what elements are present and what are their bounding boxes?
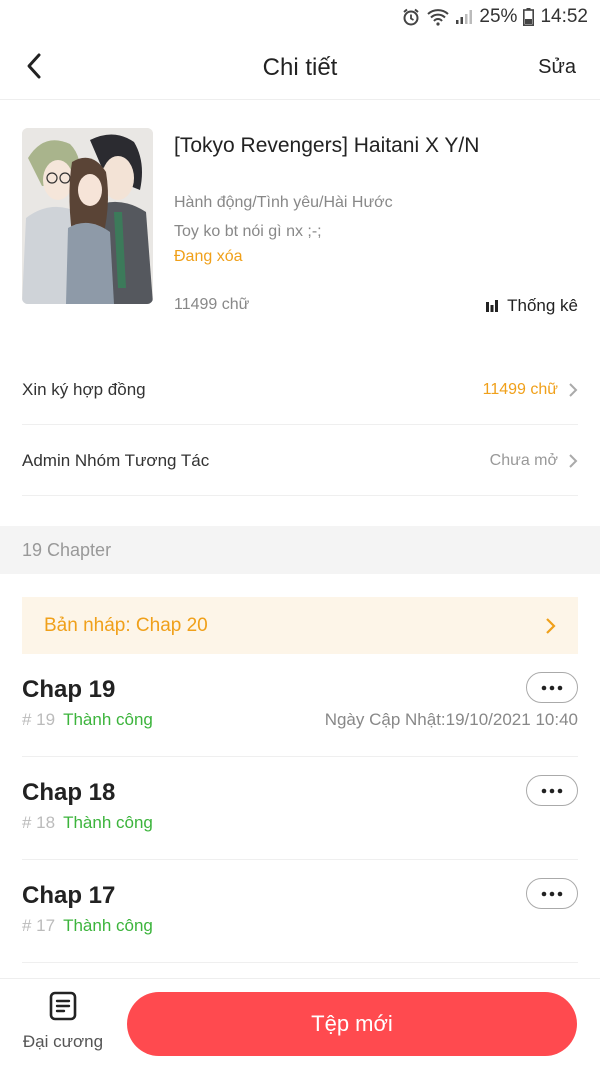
more-dots-icon xyxy=(541,788,563,793)
chevron-right-icon xyxy=(546,617,556,634)
more-options-button[interactable] xyxy=(526,878,578,909)
alarm-icon xyxy=(401,7,421,27)
admin-group-row[interactable]: Admin Nhóm Tương Tác Chưa mở xyxy=(22,426,578,496)
chapter-item[interactable]: Chap 19 # 19 Thành công Ngày Cập Nhật:19… xyxy=(22,654,578,757)
chevron-right-icon xyxy=(569,453,578,468)
statistics-label: Thống kê xyxy=(507,296,578,315)
contract-label: Xin ký hợp đồng xyxy=(22,379,146,399)
chapter-number: # 19 xyxy=(22,710,56,729)
chapter-title: Chap 18 xyxy=(22,779,116,806)
chapter-title: Chap 19 xyxy=(22,676,116,703)
battery-icon xyxy=(523,8,535,26)
status-bar: 25% 14:52 xyxy=(0,0,600,34)
more-options-button[interactable] xyxy=(526,775,578,806)
clock-time: 14:52 xyxy=(540,6,588,27)
admin-group-right: Chưa mở xyxy=(490,452,578,470)
draft-label: Bản nháp: Chap 20 xyxy=(44,614,208,636)
contract-right: 11499 chữ xyxy=(483,381,578,399)
book-status: Đang xóa xyxy=(174,248,243,265)
more-dots-icon xyxy=(541,891,563,896)
chevron-right-icon xyxy=(569,382,578,397)
outline-button[interactable]: Đại cương xyxy=(18,991,108,1061)
edit-button[interactable]: Sửa xyxy=(538,56,576,79)
chapter-item[interactable]: Chap 17 # 17 Thành công xyxy=(22,860,578,963)
admin-group-value: Chưa mở xyxy=(489,451,558,469)
top-navigation-bar: Chi tiết Sửa xyxy=(0,34,600,100)
book-genres: Hành động/Tình yêu/Hài Hước xyxy=(174,194,393,211)
contract-value: 11499 chữ xyxy=(482,380,558,398)
statistics-button[interactable]: Thống kê xyxy=(485,296,578,316)
page-title: Chi tiết xyxy=(262,54,338,81)
back-button[interactable] xyxy=(18,50,50,82)
outline-label: Đại cương xyxy=(22,1032,104,1051)
chapter-number: # 18 xyxy=(22,813,56,832)
chapter-title: Chap 17 xyxy=(22,882,116,909)
chapter-meta: # 17 Thành công xyxy=(22,916,153,936)
contract-row[interactable]: Xin ký hợp đồng 11499 chữ xyxy=(22,355,578,425)
book-cover-image[interactable] xyxy=(22,128,153,304)
document-icon xyxy=(49,991,77,1021)
chapter-status: Thành công xyxy=(63,813,153,832)
new-file-button[interactable]: Tệp mới xyxy=(127,992,577,1056)
chapter-meta: # 19 Thành công xyxy=(22,710,153,730)
more-dots-icon xyxy=(541,685,563,690)
bar-chart-icon xyxy=(486,300,499,312)
more-options-button[interactable] xyxy=(526,672,578,703)
chapter-number: # 17 xyxy=(22,916,56,935)
chevron-left-icon xyxy=(27,53,41,79)
book-word-count: 11499 chữ xyxy=(174,296,250,313)
book-info-card: [Tokyo Revengers] Haitani X Y/N Hành độn… xyxy=(22,128,578,318)
signal-icon xyxy=(455,9,473,25)
chapter-count-header: 19 Chapter xyxy=(0,526,600,574)
chapter-status: Thành công xyxy=(63,710,153,729)
chapter-updated-date: Ngày Cập Nhật:19/10/2021 10:40 xyxy=(324,710,578,729)
chapter-item[interactable]: Chap 18 # 18 Thành công xyxy=(22,757,578,860)
battery-percent: 25% xyxy=(479,6,518,27)
chapter-meta: # 18 Thành công xyxy=(22,813,153,833)
draft-banner[interactable]: Bản nháp: Chap 20 xyxy=(22,597,578,654)
book-title: [Tokyo Revengers] Haitani X Y/N xyxy=(174,134,480,157)
bottom-action-bar: Đại cương Tệp mới xyxy=(0,978,600,1067)
book-description: Toy ko bt nói gì nx ;-; xyxy=(174,223,322,240)
chapter-status: Thành công xyxy=(63,916,153,935)
wifi-icon xyxy=(427,8,450,26)
admin-group-label: Admin Nhóm Tương Tác xyxy=(22,450,210,470)
